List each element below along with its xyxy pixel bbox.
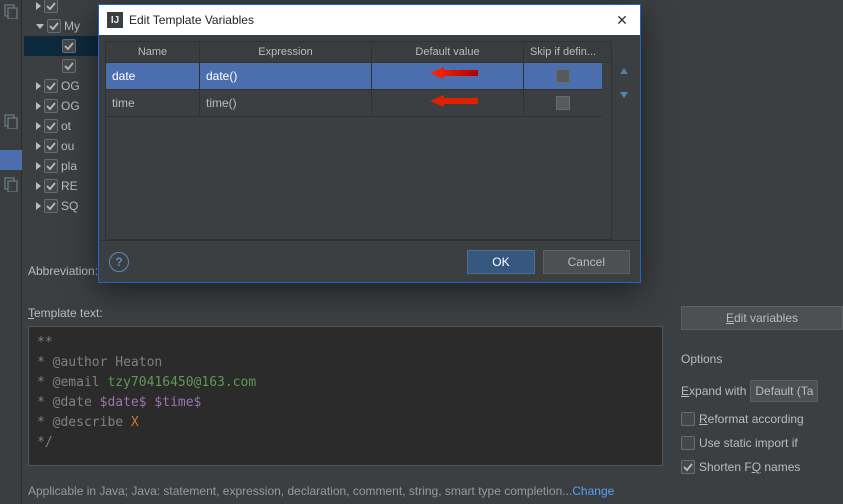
tree-checkbox[interactable] xyxy=(62,39,76,53)
variables-table: Name Expression Default value Skip if de… xyxy=(105,41,612,240)
app-icon: IJ xyxy=(107,12,123,28)
template-text-editor[interactable]: *** @author Heaton* @email tzy70416450@1… xyxy=(28,326,663,466)
tree-item-label: RE xyxy=(61,179,78,193)
move-down-icon[interactable] xyxy=(612,85,636,103)
tree-item-label: My xyxy=(64,19,80,33)
gutter-copy-icon[interactable] xyxy=(3,3,19,19)
tree-item-label: OG xyxy=(61,99,80,113)
table-row[interactable]: timetime() xyxy=(106,90,611,117)
options-label: Options xyxy=(681,352,843,366)
expand-with-select[interactable]: Default (Ta xyxy=(750,380,818,402)
change-link[interactable]: Change xyxy=(572,484,614,498)
tree-item-label: SQ xyxy=(61,199,78,213)
chevron-right-icon xyxy=(36,122,41,130)
tree-checkbox[interactable] xyxy=(44,99,58,113)
edit-variables-button[interactable]: Edit variables xyxy=(681,306,843,330)
cell-skip[interactable] xyxy=(524,90,602,117)
chevron-right-icon xyxy=(36,82,41,90)
cell-expression[interactable]: time() xyxy=(200,90,372,117)
expand-with-label: Expand with xyxy=(681,384,746,398)
tree-checkbox[interactable] xyxy=(44,139,58,153)
col-skip[interactable]: Skip if defin... xyxy=(524,42,602,62)
reformat-checkbox[interactable] xyxy=(681,412,695,426)
skip-checkbox[interactable] xyxy=(556,69,570,83)
ok-button[interactable]: OK xyxy=(467,250,534,274)
static-import-checkbox[interactable] xyxy=(681,436,695,450)
col-name[interactable]: Name xyxy=(106,42,200,62)
chevron-right-icon xyxy=(36,162,41,170)
abbreviation-label: Abbreviation: xyxy=(28,264,98,278)
tree-checkbox[interactable] xyxy=(44,199,58,213)
tree-checkbox[interactable] xyxy=(44,0,58,13)
cell-expression[interactable]: date() xyxy=(200,63,372,90)
gutter-copy-icon-2[interactable] xyxy=(3,113,19,129)
tree-checkbox[interactable] xyxy=(44,79,58,93)
close-icon[interactable]: ✕ xyxy=(612,10,632,30)
tree-checkbox[interactable] xyxy=(44,119,58,133)
help-icon[interactable]: ? xyxy=(109,252,129,272)
edit-template-variables-dialog: IJ Edit Template Variables ✕ Name Expres… xyxy=(98,4,641,283)
chevron-right-icon xyxy=(36,102,41,110)
chevron-right-icon xyxy=(36,202,41,210)
tree-checkbox[interactable] xyxy=(44,179,58,193)
shorten-checkbox[interactable] xyxy=(681,460,695,474)
reformat-label: Reformat according xyxy=(699,412,804,426)
tree-item-label: ou xyxy=(61,139,74,153)
chevron-down-icon xyxy=(36,24,44,29)
cell-skip[interactable] xyxy=(524,63,602,90)
cancel-button[interactable]: Cancel xyxy=(543,250,630,274)
cell-name[interactable]: time xyxy=(106,90,200,117)
chevron-right-icon xyxy=(36,142,41,150)
annotation-arrow-2 xyxy=(430,92,478,110)
tree-checkbox[interactable] xyxy=(47,19,61,33)
static-import-label: Use static import if xyxy=(699,436,798,450)
table-row[interactable]: datedate() xyxy=(106,63,611,90)
skip-checkbox[interactable] xyxy=(556,96,570,110)
applicable-text: Applicable in Java; Java: statement, exp… xyxy=(28,484,572,498)
move-up-icon[interactable] xyxy=(612,63,636,81)
tree-item-label: pla xyxy=(61,159,77,173)
chevron-right-icon xyxy=(36,2,41,10)
dialog-titlebar[interactable]: IJ Edit Template Variables ✕ xyxy=(99,5,640,35)
dialog-title: Edit Template Variables xyxy=(129,13,612,27)
tree-item-label: ot xyxy=(61,119,71,133)
shorten-label: Shorten FQ names xyxy=(699,460,800,474)
col-default[interactable]: Default value xyxy=(372,42,524,62)
cell-name[interactable]: date xyxy=(106,63,200,90)
tree-item-label: OG xyxy=(61,79,80,93)
col-expression[interactable]: Expression xyxy=(200,42,372,62)
gutter-copy-icon-3[interactable] xyxy=(3,176,19,192)
chevron-right-icon xyxy=(36,182,41,190)
tree-checkbox[interactable] xyxy=(44,159,58,173)
tree-checkbox[interactable] xyxy=(62,59,76,73)
annotation-arrow-1 xyxy=(430,64,478,82)
